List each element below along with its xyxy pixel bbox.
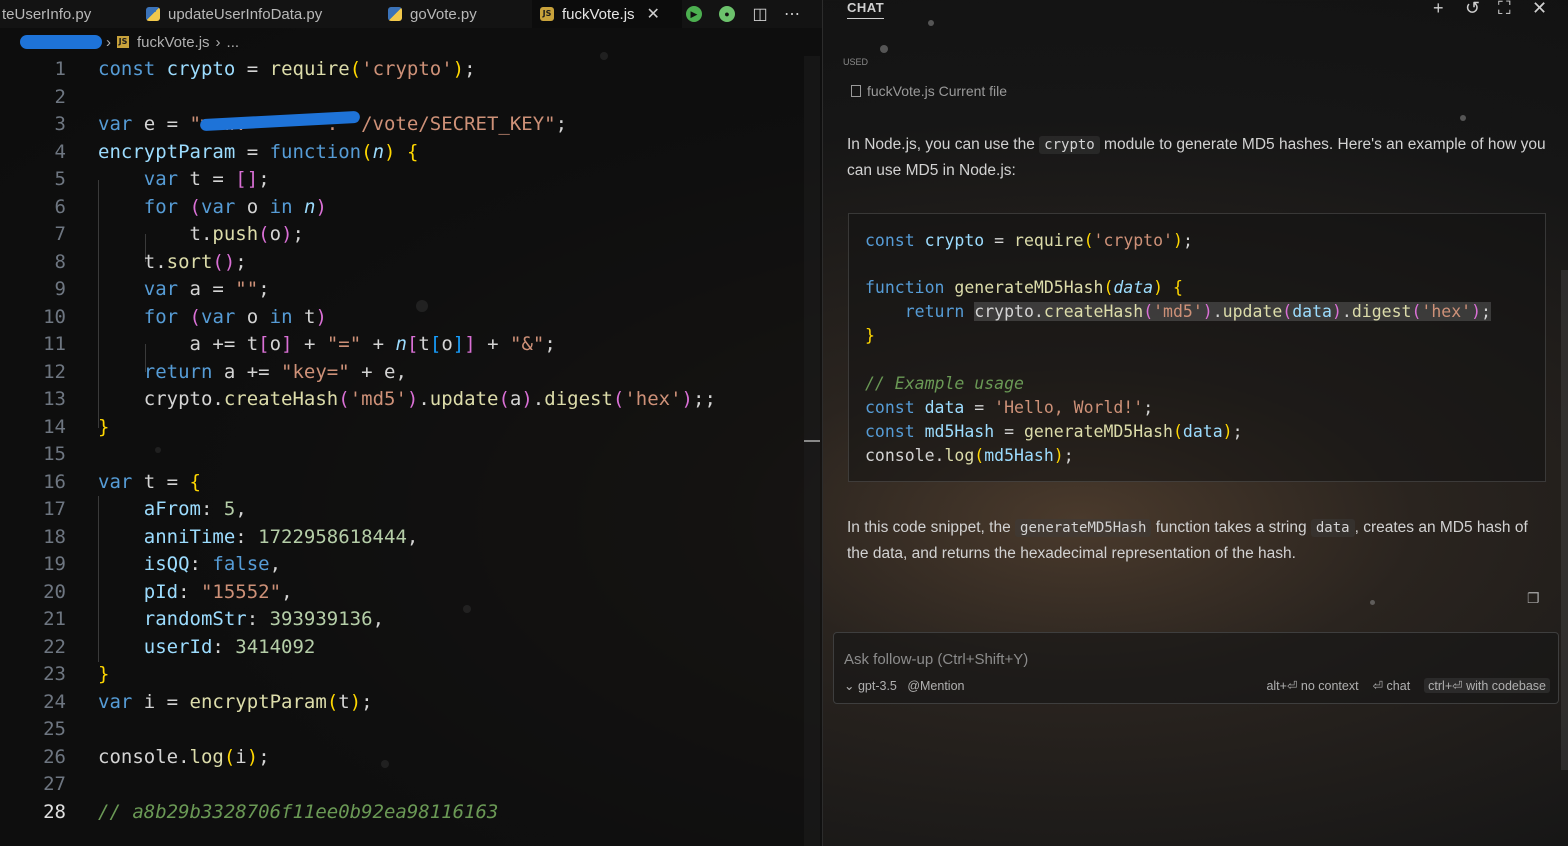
tab-govote[interactable]: goVote.py [388,0,522,28]
codebase-button[interactable]: ctrl+⏎ with codebase [1424,678,1550,693]
file-icon [851,85,861,97]
play-icon[interactable]: ▶ [684,4,704,24]
tab-label: fuckVote.js [562,5,635,23]
model-row: ⌄ gpt-3.5 @Mention [844,678,965,693]
maximize-icon[interactable]: ⛶ [1498,0,1511,19]
tab-fuckvote[interactable]: JS fuckVote.js ✕ [532,0,682,28]
chat-input-placeholder: Ask follow-up (Ctrl+Shift+Y) [844,651,1029,668]
chevron-down-icon[interactable]: ⌄ [844,679,854,693]
model-selector[interactable]: gpt-3.5 [858,679,897,693]
response-code-block[interactable]: const crypto = require('crypto'); functi… [848,213,1546,482]
tab-bar: teUserInfo.py updateUserInfoData.py goVo… [0,0,822,28]
tab-label: goVote.py [410,5,477,23]
breadcrumb: › JS fuckVote.js › ... [20,32,245,52]
chevron-right-icon: › [106,33,111,51]
mention-button[interactable]: Mention [920,679,964,693]
editor-scrollbar[interactable] [804,56,820,846]
used-file-label: fuckVote.js Current file [867,83,1008,99]
more-icon[interactable]: ⋯ [782,4,802,24]
chat-panel: CHAT + ↺ ⛶ ✕ USED fuckVote.js Current fi… [822,0,1568,846]
plus-icon[interactable]: + [1433,0,1444,19]
python-icon [146,7,160,21]
no-context-button[interactable]: alt+⏎ no context [1266,678,1358,693]
response-intro: In Node.js, you can use the crypto modul… [847,136,1546,179]
chat-button[interactable]: ⏎ chat [1373,678,1411,693]
javascript-icon: JS [540,7,554,21]
chat-input[interactable]: Ask follow-up (Ctrl+Shift+Y) ⌄ gpt-3.5 @… [833,632,1559,704]
breadcrumb-file[interactable]: fuckVote.js [137,34,210,51]
response-outro: In this code snippet, the generateMD5Has… [847,519,1528,562]
used-file[interactable]: fuckVote.js Current file [851,83,1007,99]
tab-updateuserinfodata[interactable]: updateUserInfoData.py [146,0,368,28]
tab-teuserinfo[interactable]: teUserInfo.py [2,0,130,28]
bug-icon[interactable]: ● [717,4,737,24]
used-label: USED [843,57,869,67]
chat-scrollbar[interactable] [1561,270,1568,770]
submit-options: alt+⏎ no context ⏎ chat ctrl+⏎ with code… [1266,678,1550,693]
tab-label: updateUserInfoData.py [168,5,323,23]
chat-title: CHAT [847,0,885,19]
split-editor-icon[interactable]: ◫ [750,4,770,24]
close-icon[interactable]: ✕ [1532,0,1547,19]
javascript-icon: JS [117,36,129,48]
redacted-folder [20,35,102,49]
copy-icon[interactable]: ❐ [1527,590,1541,606]
breadcrumb-tail[interactable]: ... [227,34,240,51]
history-icon[interactable]: ↺ [1465,0,1480,19]
at-icon: @ [907,679,921,693]
tab-label: teUserInfo.py [2,5,92,23]
close-icon[interactable]: ✕ [647,4,660,24]
python-icon [388,7,402,21]
editor-pane: teUserInfo.py updateUserInfoData.py goVo… [0,0,822,846]
chevron-right-icon: › [215,33,221,51]
